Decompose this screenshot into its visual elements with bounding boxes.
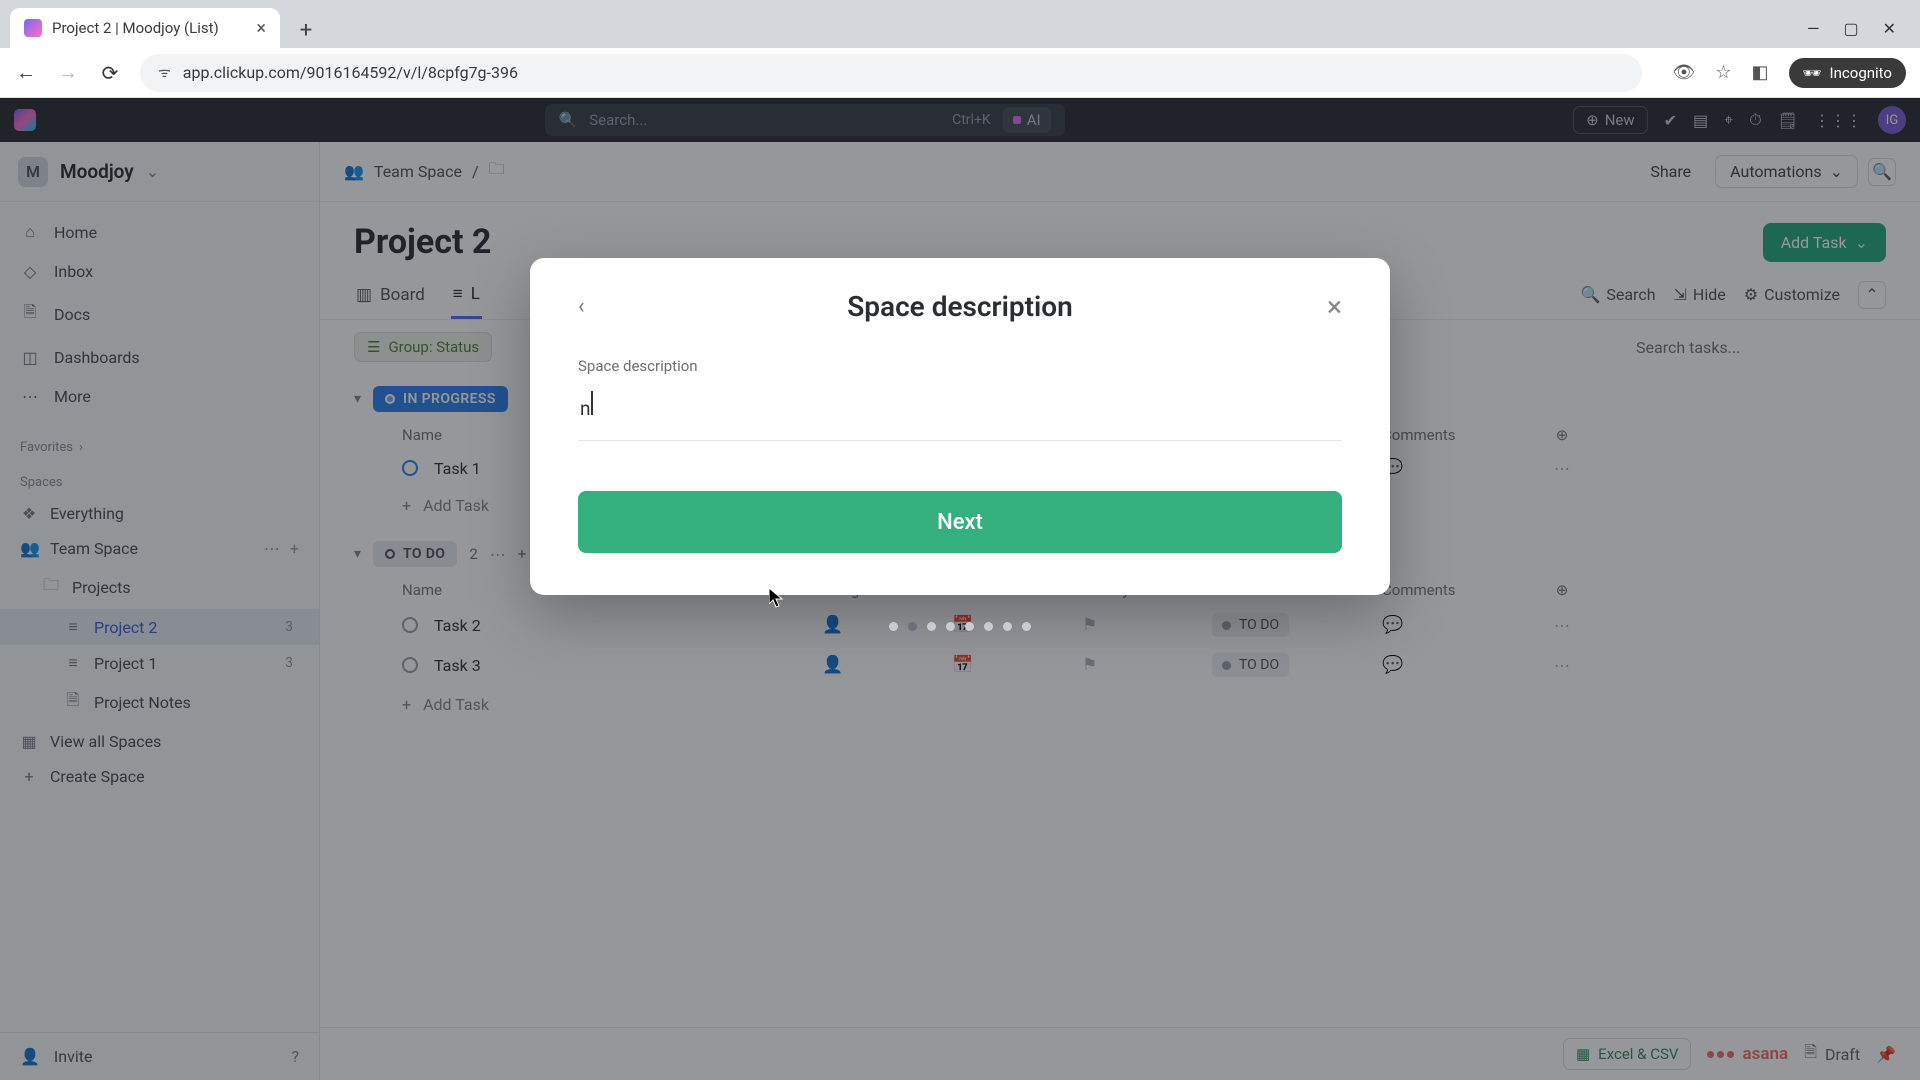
site-info-icon[interactable]: ᯤ bbox=[158, 63, 171, 82]
app-root: 🔍 Search... Ctrl+K AI ⊕New ✔︎ ▤ ⌖ ⏱ 🗒 ⋮⋮… bbox=[0, 98, 1920, 1080]
eye-off-icon[interactable]: 👁︎ bbox=[1672, 62, 1695, 83]
step-dot bbox=[946, 622, 955, 631]
new-tab-button[interactable]: + bbox=[288, 12, 324, 48]
maximize-icon[interactable]: ▢ bbox=[1843, 19, 1858, 38]
incognito-badge[interactable]: 🕶 Incognito bbox=[1789, 58, 1907, 88]
url-bar: ← → ⟳ ᯤ app.clickup.com/9016164592/v/l/8… bbox=[0, 48, 1920, 98]
step-dot bbox=[889, 622, 898, 631]
step-dot bbox=[984, 622, 993, 631]
clickup-favicon bbox=[24, 19, 42, 37]
panel-icon[interactable]: ◧ bbox=[1751, 62, 1768, 83]
step-dot bbox=[965, 622, 974, 631]
modal-back-button[interactable]: ‹ bbox=[578, 294, 585, 319]
step-dot bbox=[1022, 622, 1031, 631]
address-field[interactable]: ᯤ app.clickup.com/9016164592/v/l/8cpfg7g… bbox=[140, 54, 1642, 92]
incognito-icon: 🕶 bbox=[1803, 64, 1822, 82]
modal-close-button[interactable]: × bbox=[1327, 290, 1342, 323]
text-caret bbox=[591, 391, 593, 415]
close-tab-icon[interactable]: × bbox=[256, 18, 266, 39]
space-description-modal: ‹ Space description × Space description … bbox=[530, 258, 1390, 595]
close-window-icon[interactable]: ✕ bbox=[1883, 19, 1896, 38]
incognito-label: Incognito bbox=[1830, 64, 1892, 82]
step-dot bbox=[908, 622, 917, 631]
reload-button[interactable]: ⟳ bbox=[98, 61, 122, 85]
browser-tab[interactable]: Project 2 | Moodjoy (List) × bbox=[10, 8, 280, 48]
step-dot bbox=[1003, 622, 1012, 631]
window-controls: ― ▢ ✕ bbox=[1793, 19, 1910, 48]
forward-button[interactable]: → bbox=[56, 60, 80, 85]
modal-title: Space description bbox=[847, 290, 1073, 323]
back-button[interactable]: ← bbox=[14, 60, 38, 85]
url-actions: 👁︎ ☆ ◧ 🕶 Incognito bbox=[1672, 58, 1906, 88]
modal-header: ‹ Space description × bbox=[578, 290, 1342, 323]
tab-bar: Project 2 | Moodjoy (List) × + ― ▢ ✕ bbox=[0, 0, 1920, 48]
space-description-input[interactable]: n bbox=[578, 381, 1342, 441]
field-label: Space description bbox=[578, 357, 1342, 375]
step-dot bbox=[927, 622, 936, 631]
tab-title: Project 2 | Moodjoy (List) bbox=[52, 19, 246, 37]
url-text: app.clickup.com/9016164592/v/l/8cpfg7g-3… bbox=[183, 63, 518, 82]
bookmark-icon[interactable]: ☆ bbox=[1715, 62, 1731, 83]
minimize-icon[interactable]: ― bbox=[1807, 19, 1820, 38]
step-indicator bbox=[889, 622, 1031, 631]
browser-chrome: Project 2 | Moodjoy (List) × + ― ▢ ✕ ← →… bbox=[0, 0, 1920, 98]
next-button[interactable]: Next bbox=[578, 491, 1342, 553]
